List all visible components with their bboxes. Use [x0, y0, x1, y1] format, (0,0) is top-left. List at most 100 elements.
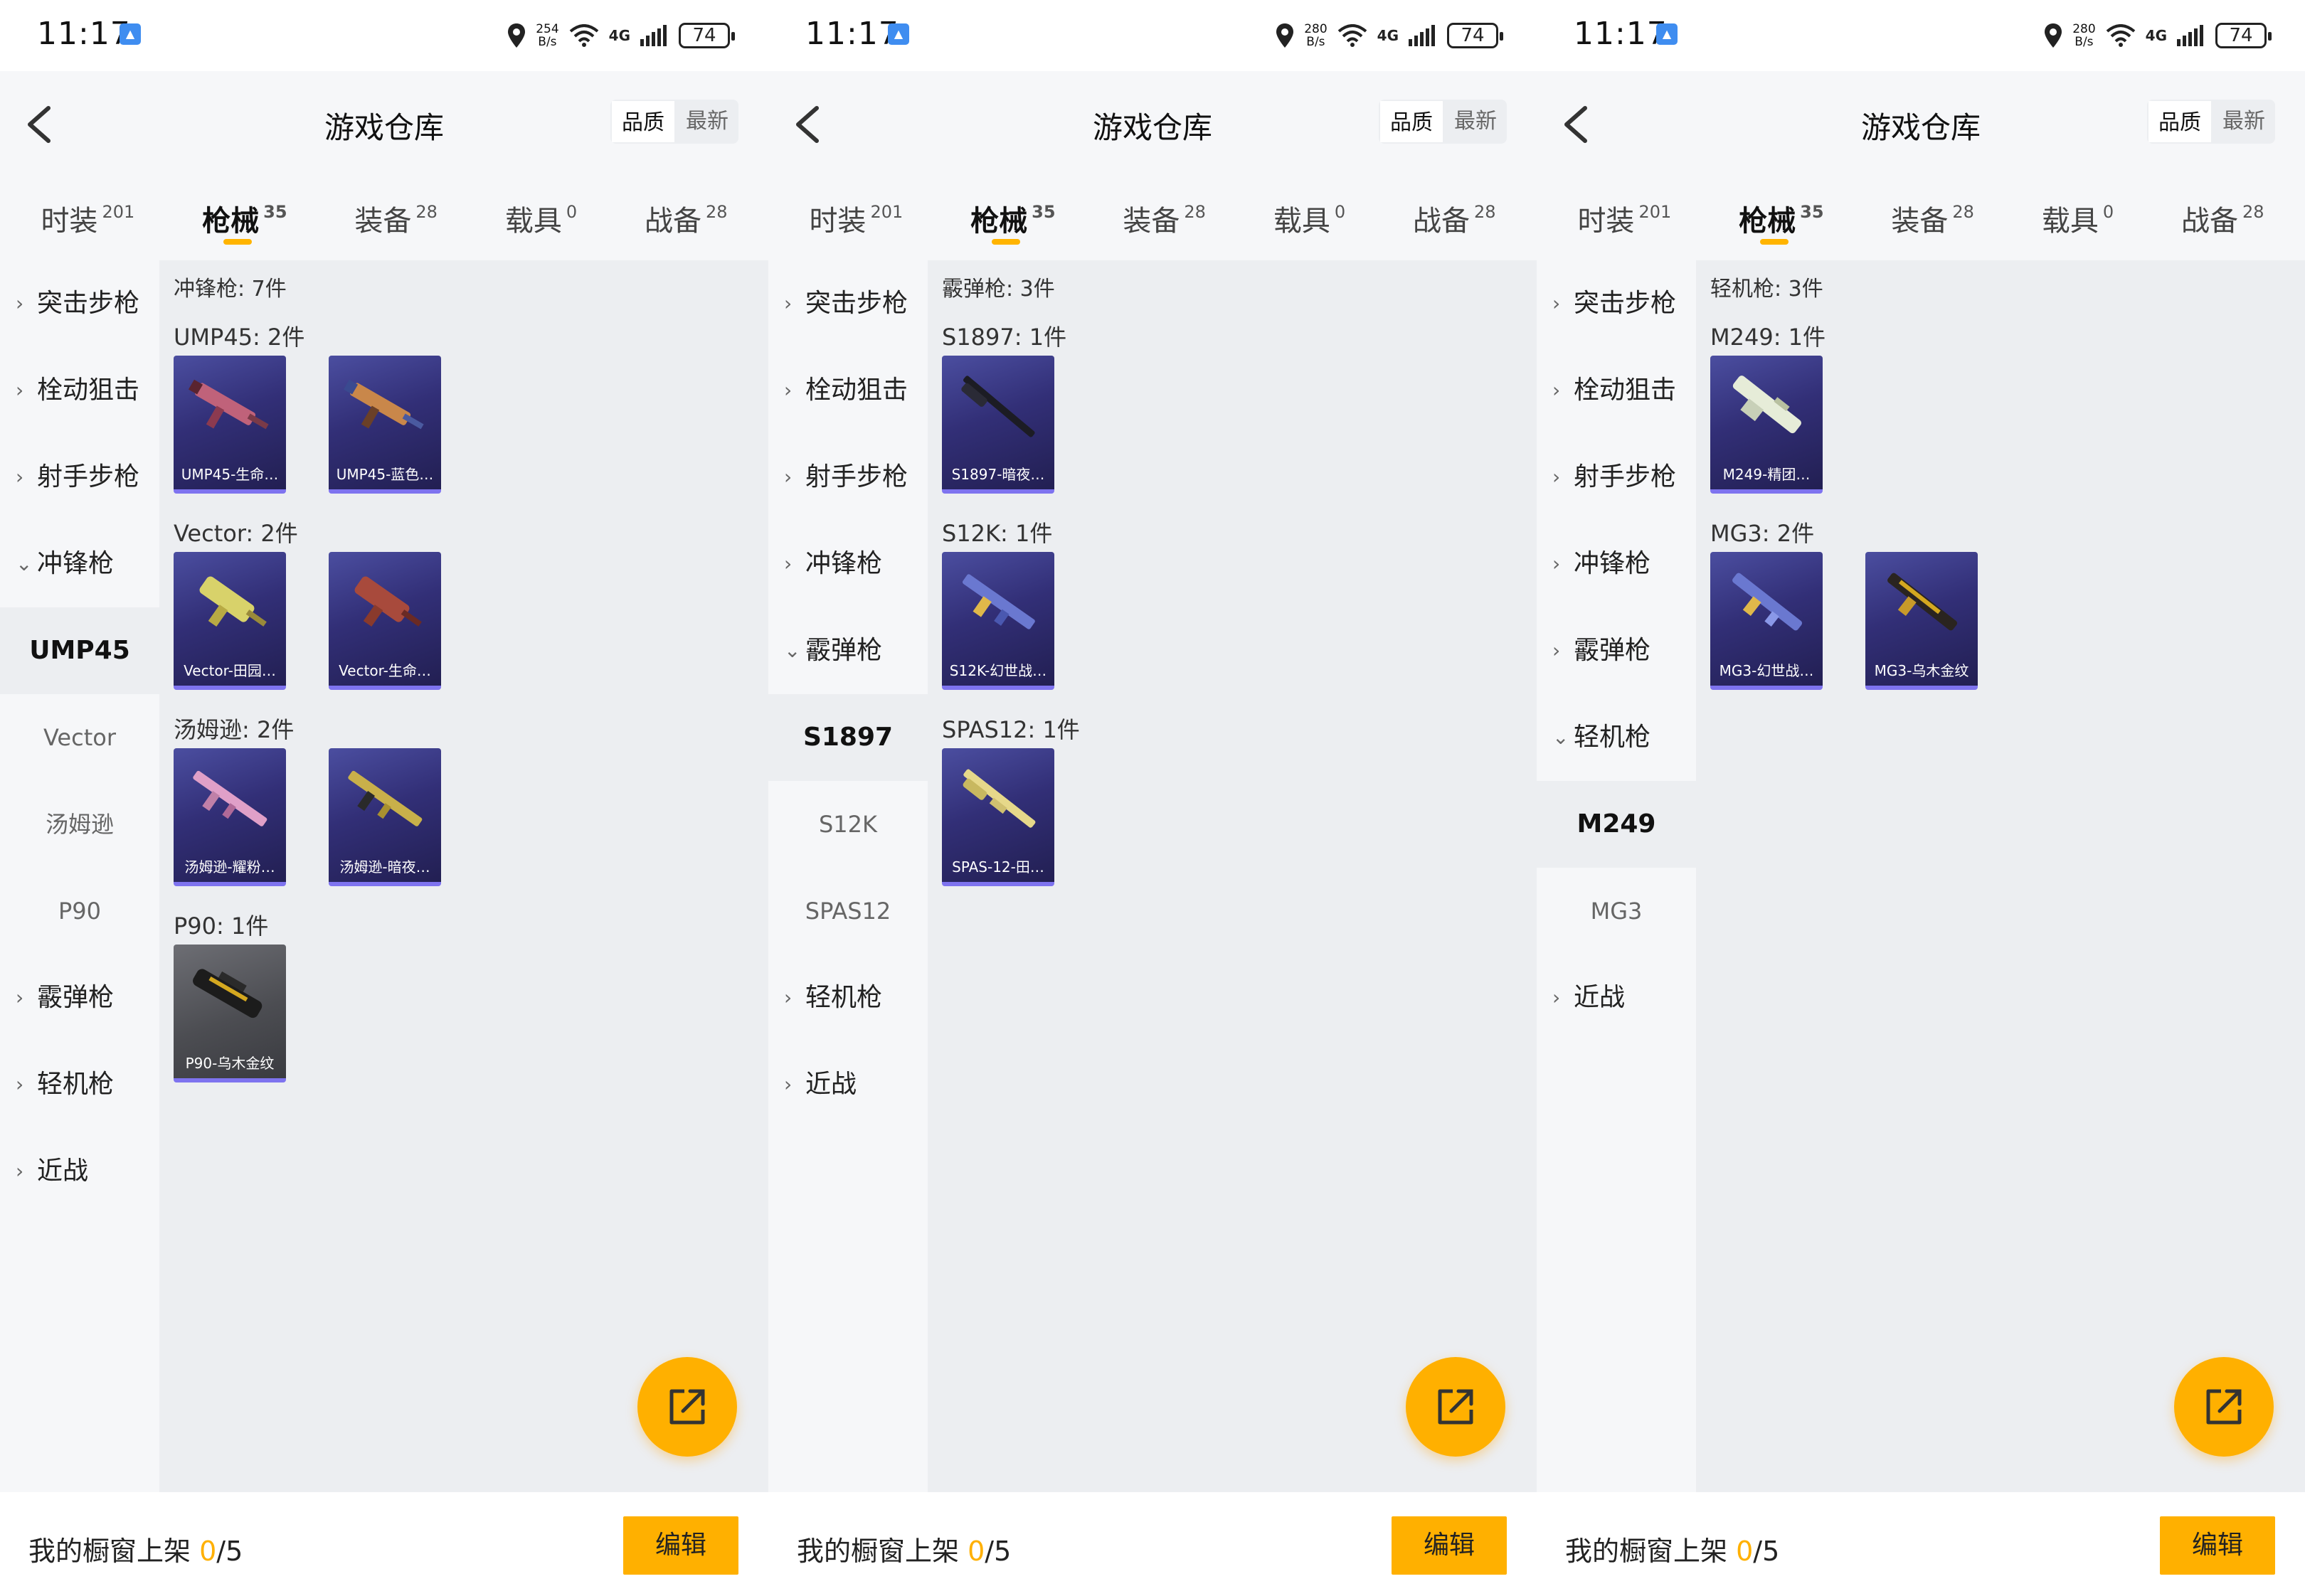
share-fab-button[interactable] [1406, 1357, 1505, 1457]
showcase-label: 我的橱窗上架 0/5 [1565, 1536, 1780, 1567]
weapon-card[interactable]: S12K-幻世战… [942, 552, 1054, 690]
sidebar-item-melee[interactable]: › 近战 [768, 1041, 928, 1128]
sidebar-subitem-p90[interactable]: P90 [0, 868, 159, 954]
weapon-card[interactable]: UMP45-蓝色… [329, 356, 441, 494]
sidebar-item-lmg[interactable]: ⌄ 轻机枪 [1537, 694, 1696, 781]
edit-button[interactable]: 编辑 [2160, 1516, 2275, 1575]
location-icon [2045, 23, 2062, 48]
weapon-card[interactable]: MG3-乌木金纹 [1865, 552, 1978, 690]
sidebar-item-smg[interactable]: ⌄ 冲锋枪 [0, 521, 159, 607]
sidebar-item-smg[interactable]: › 冲锋枪 [768, 521, 928, 607]
weapon-card[interactable]: Vector-田园… [174, 552, 286, 690]
sidebar-item-shotgun[interactable]: › 霰弹枪 [1537, 607, 1696, 694]
edit-button[interactable]: 编辑 [623, 1516, 738, 1575]
sidebar-subitem-s12k[interactable]: S12K [768, 781, 928, 868]
weapon-card[interactable]: 汤姆逊-耀粉… [174, 748, 286, 886]
weapon-caption: M249-精团… [1722, 466, 1811, 483]
tab-firearms[interactable]: 枪械 35 [202, 176, 287, 260]
edit-button[interactable]: 编辑 [1392, 1516, 1507, 1575]
sidebar-item-shotgun[interactable]: ⌄ 霰弹枪 [768, 607, 928, 694]
tab-supplies[interactable]: 战备 28 [645, 176, 728, 260]
tab-fashion[interactable]: 时装 201 [809, 176, 903, 260]
sidebar-item-bolt-sniper[interactable]: › 栓动狙击 [1537, 347, 1696, 434]
shotgun-icon [961, 376, 1035, 437]
weapon-sidebar: › 突击步枪 › 栓动狙击 › 射手步枪 › 冲锋枪 ⌄ 霰弹枪 S1897 S12K S… [768, 260, 928, 1492]
sidebar-subitem-spas12[interactable]: SPAS12 [768, 868, 928, 954]
sort-newest-button[interactable]: 最新 [676, 100, 738, 144]
smg-icon [188, 379, 269, 430]
signal-icon [640, 25, 667, 46]
lmg-icon [1887, 573, 1958, 631]
tab-equipment[interactable]: 装备 28 [1123, 176, 1206, 260]
share-fab-button[interactable] [2174, 1357, 2274, 1457]
smg-icon [199, 576, 267, 627]
sidebar-subitem-thompson[interactable]: 汤姆逊 [0, 781, 159, 868]
status-time: 11:17 [1574, 16, 1668, 52]
tab-firearms[interactable]: 枪械 35 [970, 176, 1056, 260]
weapon-card[interactable]: MG3-幻世战… [1710, 552, 1823, 690]
tab-supplies[interactable]: 战备 28 [1413, 176, 1496, 260]
group-title: Vector: 2件 [174, 520, 298, 547]
sidebar-item-assault-rifle[interactable]: › 突击步枪 [1537, 260, 1696, 347]
showcase-bar: 我的橱窗上架 0/5 编辑 [768, 1492, 1537, 1596]
tab-equipment[interactable]: 装备 28 [354, 176, 438, 260]
sidebar-subitem-ump45[interactable]: UMP45 [0, 607, 159, 694]
sidebar-item-bolt-sniper[interactable]: › 栓动狙击 [0, 347, 159, 434]
sidebar-item-melee[interactable]: › 近战 [1537, 954, 1696, 1041]
sort-quality-button[interactable]: 品质 [2147, 100, 2213, 144]
showcase-count: 0 [1736, 1536, 1754, 1567]
weapon-card[interactable]: S1897-暗夜… [942, 356, 1054, 494]
weapon-card[interactable]: 汤姆逊-暗夜… [329, 748, 441, 886]
sidebar-item-marksman-rifle[interactable]: › 射手步枪 [768, 434, 928, 521]
sort-quality-button[interactable]: 品质 [1379, 100, 1444, 144]
sidebar-item-assault-rifle[interactable]: › 突击步枪 [768, 260, 928, 347]
category-tabs: 时装 201 枪械 35 装备 28 载具 0 战备 28 [1537, 176, 2305, 260]
network-type: 4G [2145, 27, 2167, 44]
sidebar-item-lmg[interactable]: › 轻机枪 [0, 1041, 159, 1128]
lmg-icon [1732, 573, 1803, 631]
sidebar-subitem-mg3[interactable]: MG3 [1537, 868, 1696, 954]
sidebar-item-marksman-rifle[interactable]: › 射手步枪 [1537, 434, 1696, 521]
phone-panel-3: 11:17 ▲ 280 B/s 4G 74 游戏仓库 品质 最新 时装 201 枪械… [1537, 0, 2305, 1596]
weapon-sidebar: › 突击步枪 › 栓动狙击 › 射手步枪 › 冲锋枪 › 霰弹枪 ⌄ 轻机枪 M249 MG… [1537, 260, 1696, 1492]
sort-newest-button[interactable]: 最新 [1444, 100, 1507, 144]
weapon-caption: Vector-生命… [339, 662, 431, 679]
chevron-right-icon: › [16, 1073, 24, 1096]
sidebar-subitem-m249[interactable]: M249 [1537, 781, 1696, 868]
sidebar-item-lmg[interactable]: › 轻机枪 [768, 954, 928, 1041]
tab-fashion[interactable]: 时装 201 [1577, 176, 1671, 260]
notification-icon: ▲ [1656, 23, 1678, 45]
sidebar-item-melee[interactable]: › 近战 [0, 1128, 159, 1215]
tab-vehicles[interactable]: 载具 0 [505, 176, 577, 260]
group-title: S1897: 1件 [942, 324, 1067, 351]
sidebar-item-bolt-sniper[interactable]: › 栓动狙击 [768, 347, 928, 434]
sidebar-item-marksman-rifle[interactable]: › 射手步枪 [0, 434, 159, 521]
card-row: UMP45-生命… UMP45-蓝色… [174, 356, 768, 515]
smg-icon [354, 576, 422, 627]
share-fab-button[interactable] [637, 1357, 737, 1457]
weapon-card[interactable]: SPAS-12-田… [942, 748, 1054, 886]
tab-vehicles[interactable]: 载具 0 [1273, 176, 1345, 260]
sort-quality-button[interactable]: 品质 [610, 100, 676, 144]
sidebar-item-smg[interactable]: › 冲锋枪 [1537, 521, 1696, 607]
sidebar-subitem-vector[interactable]: Vector [0, 694, 159, 781]
sidebar-subitem-s1897[interactable]: S1897 [768, 694, 928, 781]
chevron-right-icon: › [784, 552, 793, 575]
weapon-card[interactable]: UMP45-生命… [174, 356, 286, 494]
weapon-card[interactable]: P90-乌木金纹 [174, 945, 286, 1082]
tab-vehicles[interactable]: 载具 0 [2042, 176, 2114, 260]
chevron-right-icon: › [784, 378, 793, 402]
weapon-card[interactable]: M249-精团… [1710, 356, 1823, 494]
weapon-content: 轻机枪: 3件 M249: 1件 M249-精团… MG3: 2件 MG3-幻世… [1696, 260, 2305, 1492]
weapon-caption: SPAS-12-田… [952, 858, 1044, 876]
location-icon [1276, 23, 1294, 48]
sidebar-item-shotgun[interactable]: › 霰弹枪 [0, 954, 159, 1041]
sort-newest-button[interactable]: 最新 [2213, 100, 2275, 144]
tab-supplies[interactable]: 战备 28 [2181, 176, 2264, 260]
tab-fashion[interactable]: 时装 201 [41, 176, 134, 260]
signal-icon [2177, 25, 2203, 46]
tab-firearms[interactable]: 枪械 35 [1739, 176, 1824, 260]
sidebar-item-assault-rifle[interactable]: › 突击步枪 [0, 260, 159, 347]
tab-equipment[interactable]: 装备 28 [1891, 176, 1974, 260]
weapon-card[interactable]: Vector-生命… [329, 552, 441, 690]
